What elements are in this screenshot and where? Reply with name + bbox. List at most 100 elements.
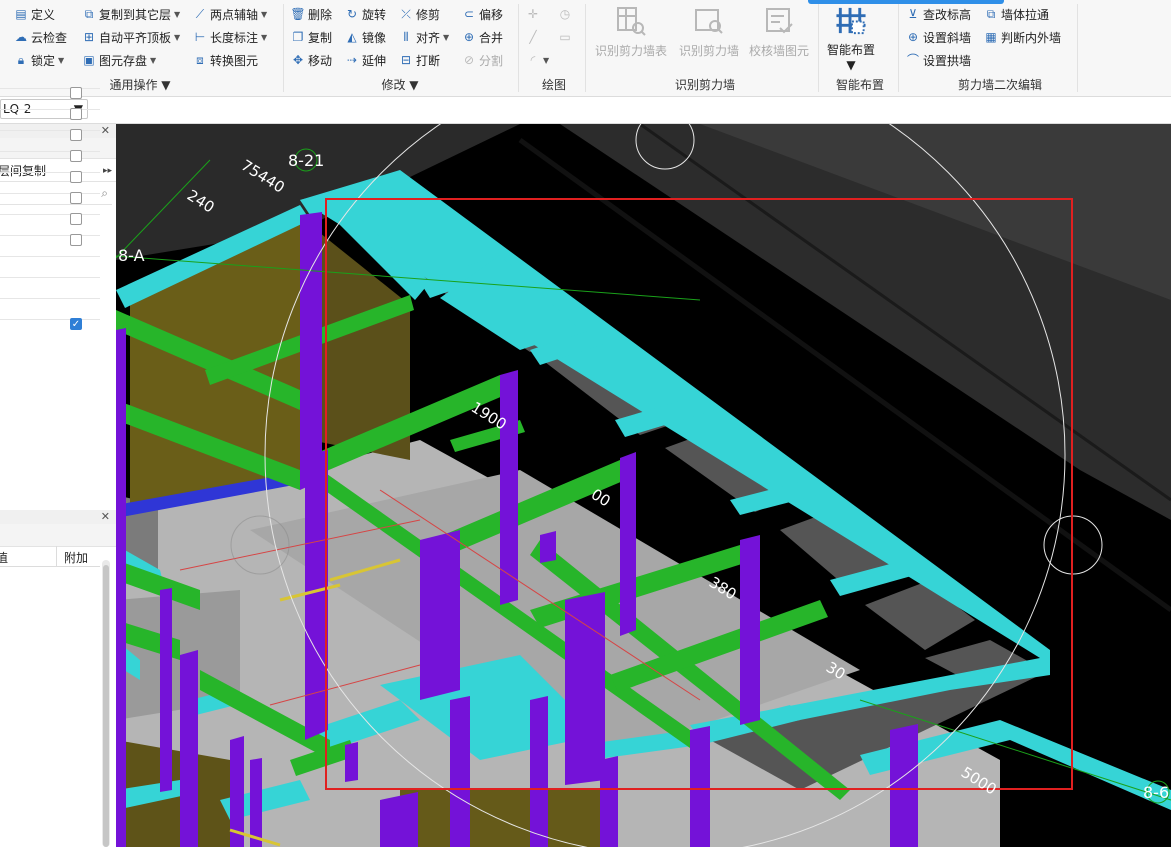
attach-checkbox[interactable] bbox=[70, 171, 82, 183]
group-secondary-label: 剪力墙二次编辑 bbox=[957, 78, 1042, 92]
table-row-divider bbox=[0, 193, 100, 194]
cloud-check-button[interactable]: ☁ 云检查 bbox=[14, 27, 67, 47]
purple-column bbox=[620, 452, 636, 636]
group-general-label[interactable]: 通用操作 ▼ bbox=[100, 76, 180, 92]
purple-column bbox=[890, 724, 918, 847]
inner-outer-wall-button[interactable]: ▦ 判断内外墙 bbox=[984, 27, 1061, 47]
group-modify-label[interactable]: 修改 ▼ bbox=[370, 76, 430, 92]
define-button[interactable]: ▤ 定义 bbox=[14, 4, 55, 24]
check-wall-icon bbox=[766, 8, 793, 34]
separator bbox=[283, 4, 284, 92]
trim-button[interactable]: ⤫ 修剪 bbox=[399, 4, 440, 24]
attach-checkbox[interactable] bbox=[70, 108, 82, 120]
purple-column bbox=[690, 726, 710, 847]
wall-connect-label: 墙体拉通 bbox=[1001, 7, 1050, 22]
purple-column bbox=[450, 696, 470, 847]
smart-layout-button[interactable]: 智能布置 ▼ bbox=[812, 2, 890, 72]
slant-wall-button[interactable]: ⊕ 设置斜墙 bbox=[906, 27, 971, 47]
identify-wall-button[interactable]: 识别剪力墙 bbox=[670, 2, 748, 72]
column-divider bbox=[56, 546, 57, 566]
copy-between-floors-row[interactable]: 层间复制 ▸▸ bbox=[0, 160, 116, 182]
copy-to-floor-icon: ⧉ bbox=[84, 7, 94, 21]
draw-point-rotate-button[interactable]: ◷ bbox=[558, 4, 572, 24]
attach-checkbox[interactable] bbox=[70, 234, 82, 246]
axis-label-8-a: 8-A bbox=[118, 246, 145, 265]
move-button[interactable]: ✥ 移动 bbox=[291, 50, 332, 70]
attach-checkbox[interactable] bbox=[70, 87, 82, 99]
offset-button[interactable]: ⊂ 偏移 bbox=[462, 4, 503, 24]
purple-column bbox=[420, 530, 460, 700]
lock-button[interactable]: 🔒︎ 锁定 ▼ bbox=[14, 50, 64, 70]
3d-model-canvas[interactable]: 8-21 8-A 8-6 75440 240 1900 00 380 30 50… bbox=[116, 124, 1171, 847]
3d-viewport[interactable]: 8-21 8-A 8-6 75440 240 1900 00 380 30 50… bbox=[116, 124, 1171, 847]
define-label: 定义 bbox=[31, 7, 56, 22]
chevron-down-icon: ▼ bbox=[543, 55, 550, 65]
elevation-icon: ⊻ bbox=[908, 7, 918, 21]
expand-arrows-icon[interactable]: ▸▸ bbox=[103, 166, 112, 176]
aux-axis-button[interactable]: ⟋ 两点辅轴 ▼ bbox=[193, 4, 267, 24]
properties-scrollbar-thumb[interactable] bbox=[103, 565, 109, 847]
break-button[interactable]: ⊟ 打断 bbox=[399, 50, 440, 70]
draw-point-button[interactable]: ✛ bbox=[526, 4, 540, 24]
purple-column bbox=[345, 742, 358, 782]
selector-toolbar: LQ-2 ▼ bbox=[0, 97, 1171, 124]
check-wall-label: 校核墙图元 bbox=[748, 44, 809, 58]
draw-rect-button[interactable]: ▭ bbox=[558, 27, 572, 47]
align-icon: ⫴ bbox=[403, 30, 409, 44]
attach-checkbox[interactable] bbox=[70, 192, 82, 204]
properties-table-header: 值 附加 bbox=[0, 546, 100, 567]
save-element-button[interactable]: ▣ 图元存盘 ▼ bbox=[82, 50, 156, 70]
dimension-button[interactable]: ⊢ 长度标注 ▼ bbox=[193, 27, 267, 47]
arch-wall-label: 设置拱墙 bbox=[923, 53, 972, 68]
close-icon[interactable]: ✕ bbox=[101, 510, 110, 524]
purple-column bbox=[300, 212, 322, 490]
elevation-label: 查改标高 bbox=[923, 7, 972, 22]
mirror-button[interactable]: ◭ 镜像 bbox=[345, 27, 386, 47]
table-row-divider bbox=[0, 130, 100, 131]
purple-column bbox=[530, 696, 548, 847]
chevron-down-icon: ▼ bbox=[443, 32, 450, 42]
arch-wall-button[interactable]: ⌒ 设置拱墙 bbox=[906, 50, 971, 70]
extend-button[interactable]: ⇢ 延伸 bbox=[345, 50, 386, 70]
copy-button[interactable]: ❐ 复制 bbox=[291, 27, 332, 47]
delete-button[interactable]: 🗑︎ 删除 bbox=[290, 4, 332, 24]
elevation-button[interactable]: ⊻ 查改标高 bbox=[906, 4, 971, 24]
wall-connect-button[interactable]: ⧉ 墙体拉通 bbox=[984, 4, 1049, 24]
identify-wall-table-button[interactable]: 识别剪力墙表 bbox=[592, 2, 670, 72]
separator bbox=[1077, 4, 1078, 92]
align-top-icon: ⊞ bbox=[83, 30, 95, 44]
navigation-panel: ✕ 层间复制 ▸▸ ⌕ bbox=[0, 124, 117, 508]
convert-element-button[interactable]: ⧈ 转换图元 bbox=[193, 50, 258, 70]
draw-arc-button[interactable]: ◜ ▼ bbox=[526, 50, 549, 70]
attach-checkbox[interactable]: ✓ bbox=[70, 318, 82, 330]
move-label: 移动 bbox=[308, 53, 333, 68]
check-wall-button[interactable]: 校核墙图元 bbox=[740, 2, 818, 72]
separator bbox=[518, 4, 519, 92]
dimension-label: 长度标注 bbox=[210, 30, 259, 45]
dimension-icon: ⊢ bbox=[194, 30, 206, 44]
attach-checkbox[interactable] bbox=[70, 150, 82, 162]
rotate-label: 旋转 bbox=[362, 7, 387, 22]
properties-panel: ✕ 值 附加 ✓ bbox=[0, 87, 117, 847]
separator bbox=[585, 4, 586, 92]
align-top-button[interactable]: ⊞ 自动平齐顶板 ▼ bbox=[82, 27, 180, 47]
split-label: 分割 bbox=[479, 53, 504, 68]
rotate-icon: ↻ bbox=[346, 7, 358, 21]
break-label: 打断 bbox=[416, 53, 441, 68]
attach-checkbox[interactable] bbox=[70, 129, 82, 141]
split-button[interactable]: ⊘ 分割 bbox=[462, 50, 503, 70]
draw-line-button[interactable]: ╱ bbox=[526, 27, 540, 47]
column-attach-header: 附加 bbox=[64, 551, 89, 565]
align-button[interactable]: ⫴ 对齐 ▼ bbox=[399, 27, 449, 47]
chevron-down-icon: ▼ bbox=[409, 78, 419, 92]
purple-column bbox=[500, 370, 518, 605]
close-icon[interactable]: ✕ bbox=[101, 124, 110, 138]
table-row-divider bbox=[0, 151, 100, 152]
purple-column bbox=[740, 535, 760, 725]
convert-element-icon: ⧈ bbox=[196, 53, 204, 67]
copy-to-floor-button[interactable]: ⧉ 复制到其它层 ▼ bbox=[82, 4, 180, 24]
search-input[interactable]: ⌕ bbox=[0, 184, 112, 205]
rotate-button[interactable]: ↻ 旋转 bbox=[345, 4, 386, 24]
attach-checkbox[interactable] bbox=[70, 213, 82, 225]
merge-button[interactable]: ⊕ 合并 bbox=[462, 27, 503, 47]
